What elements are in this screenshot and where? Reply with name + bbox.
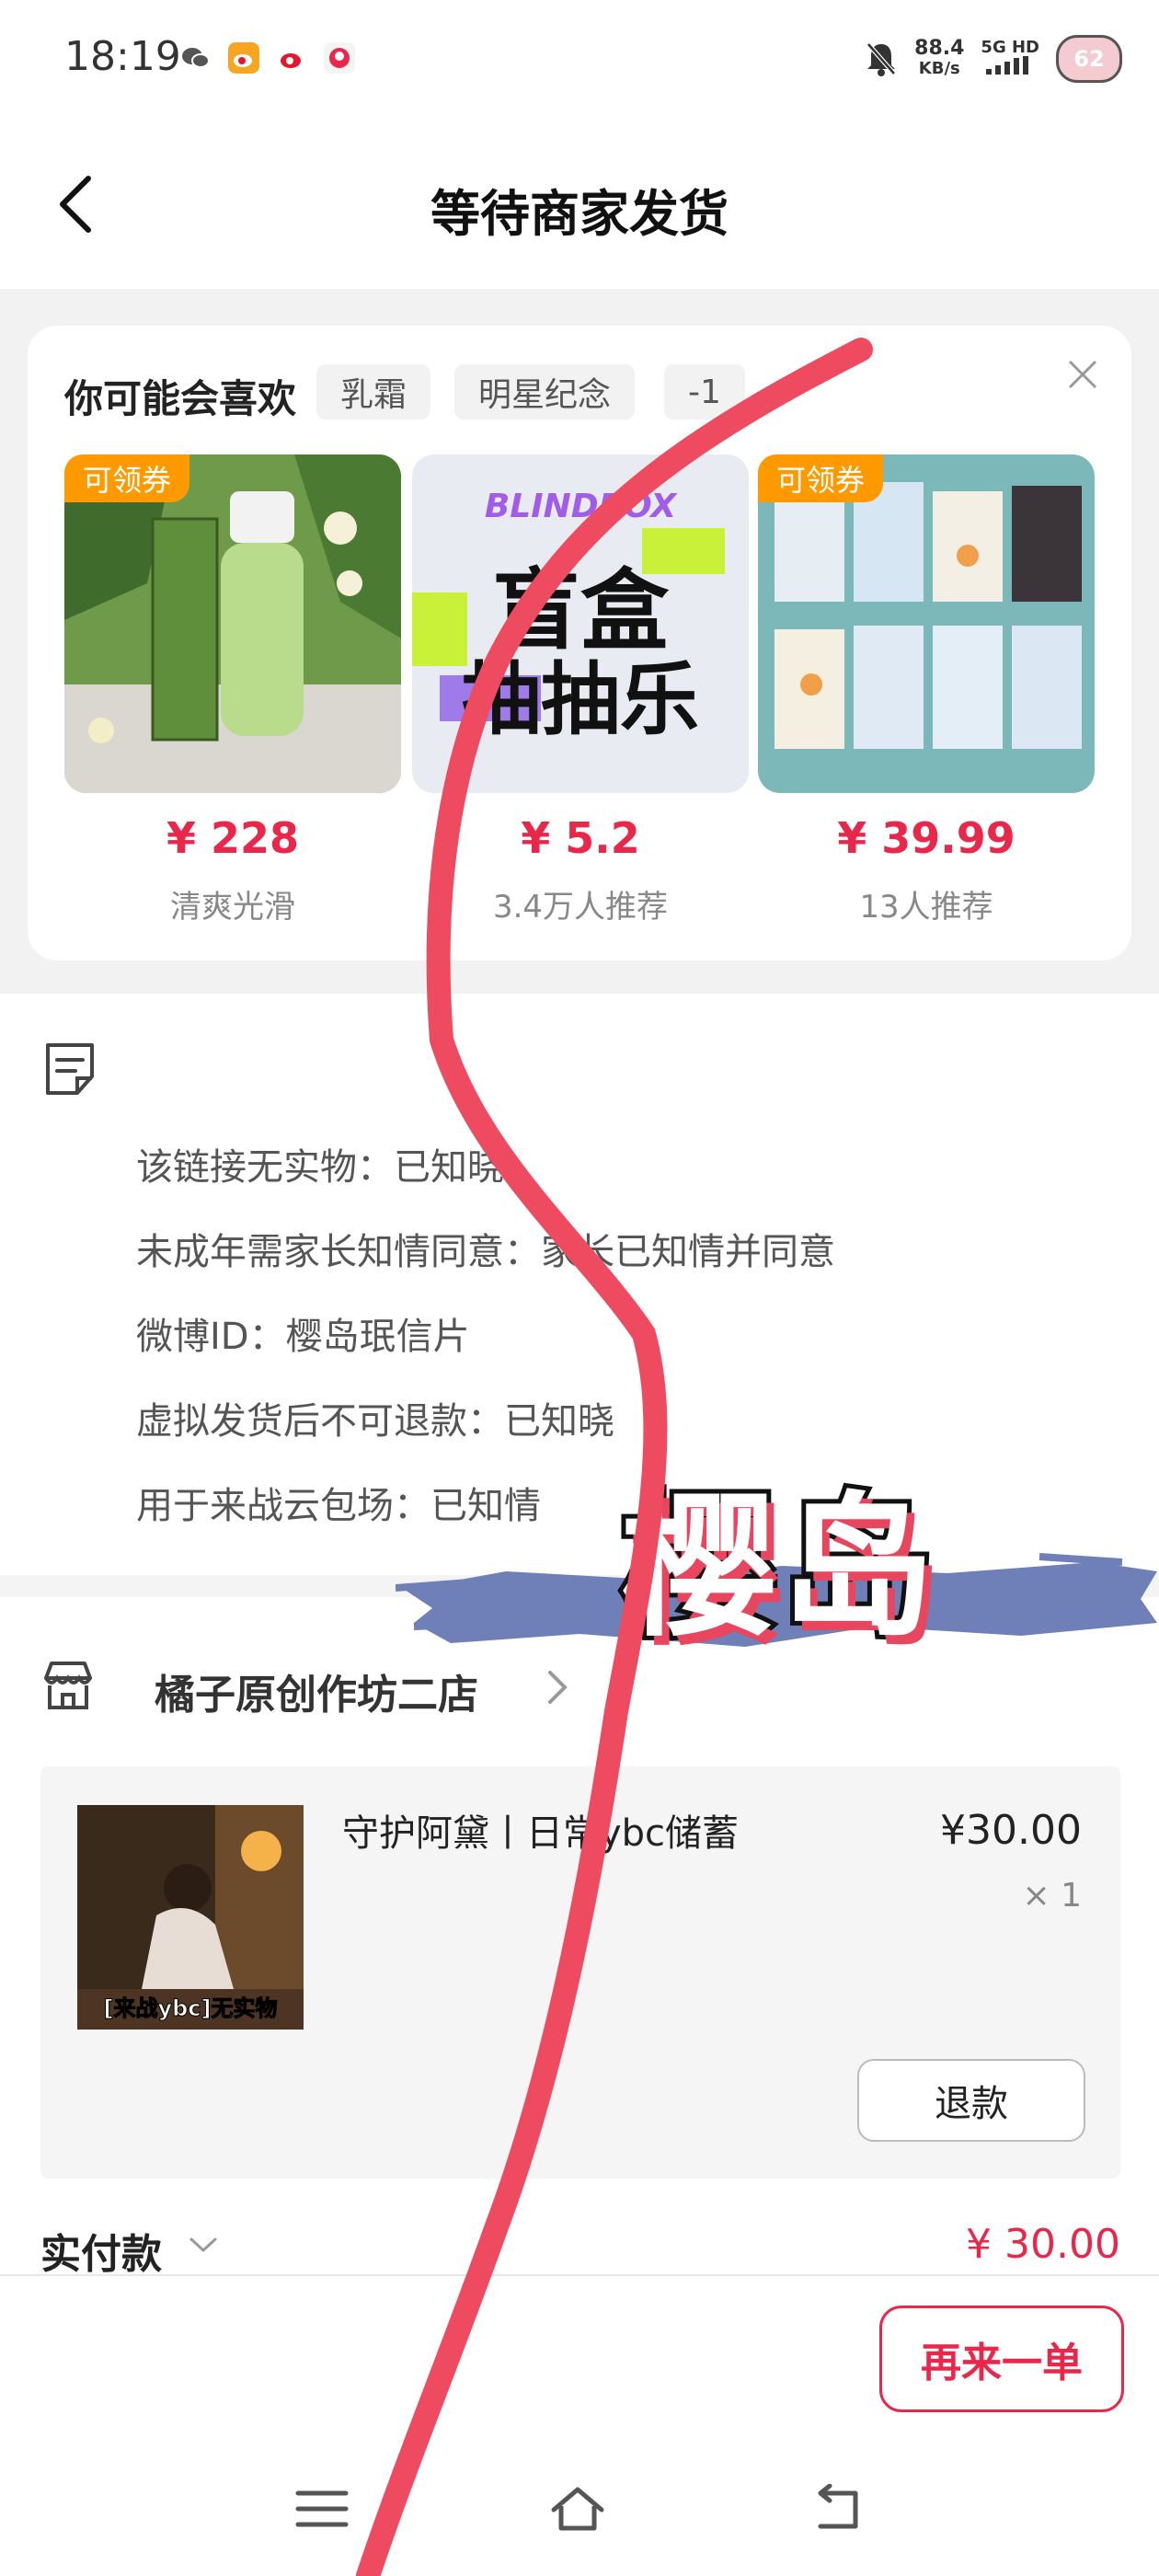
reorder-button[interactable]: 再来一单: [879, 2306, 1124, 2412]
product-image-postcards[interactable]: [758, 454, 1095, 793]
product-price: ¥ 39.99: [837, 813, 1016, 863]
note-line: 虚拟发货后不可退款：已知晓: [136, 1400, 614, 1443]
product-image-skincare[interactable]: [64, 454, 401, 793]
signal-label: 5G HD: [981, 38, 1039, 57]
status-time: 18:19: [64, 33, 181, 80]
note-line: 微博ID：樱岛珉信片: [136, 1316, 470, 1358]
notification-icons: [180, 42, 355, 74]
home-icon[interactable]: [550, 2484, 605, 2534]
tag-dislike[interactable]: -1: [664, 364, 745, 420]
shop-name[interactable]: 橘子原创作坊二店: [155, 1662, 478, 1720]
product-subtitle: 3.4万人推荐: [492, 889, 669, 926]
order-image-caption: [来战ybc]无实物: [103, 1995, 278, 2022]
coupon-badge: 可领券: [64, 454, 190, 502]
close-icon[interactable]: [1067, 359, 1098, 390]
shop-icon: [44, 1662, 92, 1709]
product-price: ¥ 5.2: [521, 813, 640, 863]
menu-icon[interactable]: [294, 2484, 350, 2534]
battery-indicator: 62: [1056, 35, 1122, 83]
blindbox-label: BLINDBOX: [484, 488, 677, 525]
tag-cream[interactable]: 乳霜: [316, 364, 431, 420]
note-icon: [46, 1043, 94, 1095]
weibo-icon: [228, 42, 259, 74]
network-speed-value: 88.4: [914, 37, 965, 60]
blindbox-sub-text: 抽抽乐: [462, 654, 699, 746]
tag-celebrity[interactable]: 明星纪念: [454, 364, 636, 420]
chevron-down-icon[interactable]: [188, 2234, 219, 2256]
note-line: 未成年需家长知情同意：家长已知情并同意: [136, 1231, 835, 1273]
app-notification-icon: [324, 42, 355, 74]
order-item-quantity: × 1: [1022, 1877, 1082, 1915]
bottom-bar-divider: [0, 2274, 1159, 2276]
mute-bell-icon: [866, 42, 897, 76]
weibo-lite-icon: [281, 53, 301, 68]
back-nav-icon[interactable]: [809, 2484, 865, 2534]
note-line: 该链接无实物：已知晓: [136, 1146, 504, 1189]
order-item-image[interactable]: [来战ybc]无实物: [77, 1805, 304, 2030]
recommendation-title: 你可能会喜欢: [64, 376, 297, 421]
product-subtitle: 13人推荐: [859, 889, 993, 926]
note-line: 用于来战云包场：已知情: [136, 1485, 541, 1527]
page-title: 等待商家发货: [430, 185, 729, 243]
product-image-blindbox[interactable]: BLINDBOX 盲盒 抽抽乐: [412, 454, 749, 793]
signal-indicator: 5G HD: [981, 40, 1039, 78]
refund-button[interactable]: 退款: [857, 2059, 1085, 2142]
paid-label[interactable]: 实付款: [40, 2221, 162, 2280]
status-right: 88.4 KB/s 5G HD 62: [865, 35, 1122, 83]
wechat-icon: [182, 48, 210, 68]
banner-text: 樱岛: [617, 1473, 939, 1662]
order-item-title[interactable]: 守护阿黛丨日常ybc储蓄: [342, 1803, 739, 1857]
product-price: ¥ 228: [166, 813, 300, 863]
signal-bars-icon: [986, 56, 1029, 75]
order-item-price: ¥30.00: [940, 1807, 1082, 1854]
network-speed-unit: KB/s: [918, 59, 960, 78]
network-speed: 88.4 KB/s: [914, 39, 964, 79]
coupon-badge: 可领券: [758, 454, 884, 502]
chevron-right-icon[interactable]: [546, 1669, 568, 1706]
product-subtitle: 清爽光滑: [170, 889, 295, 926]
paid-amount: ¥ 30.00: [966, 2221, 1120, 2268]
